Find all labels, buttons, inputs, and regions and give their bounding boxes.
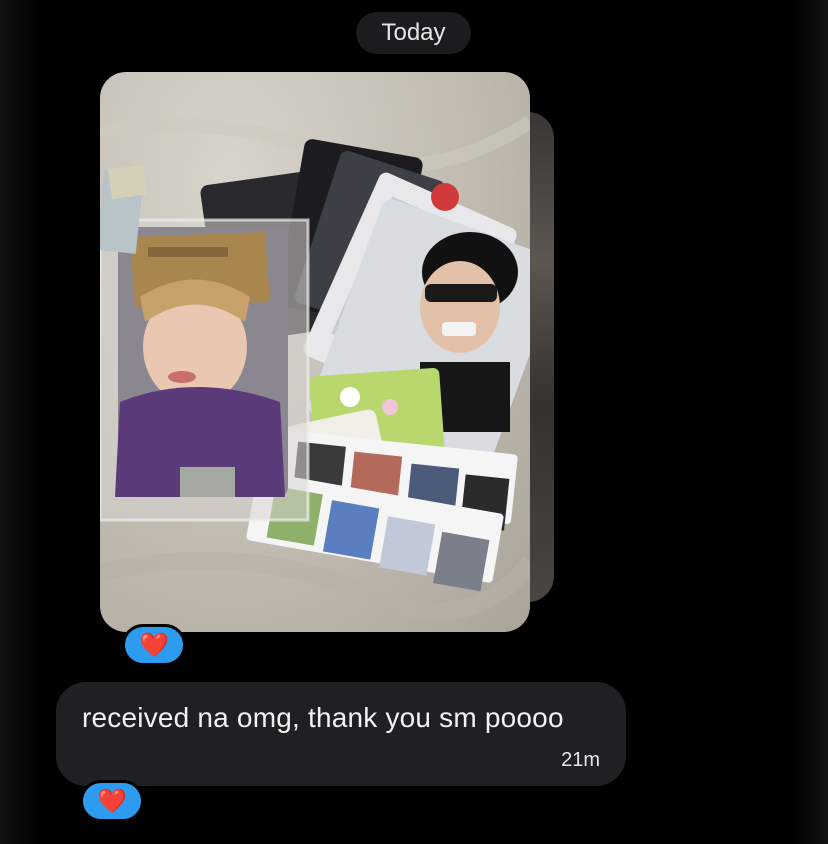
heart-icon: ❤️ [139,631,169,659]
date-separator: Today [356,12,471,54]
left-edge-shadow [0,0,40,844]
right-edge-shadow [788,0,828,844]
reaction-badge-photo[interactable]: ❤️ [122,624,186,666]
message-photo[interactable] [100,72,530,632]
heart-icon: ❤️ [97,787,127,815]
message-text: received na omg, thank you sm poooo [82,702,564,733]
reaction-badge-text[interactable]: ❤️ [80,780,144,822]
message-bubble[interactable]: received na omg, thank you sm poooo 21m [56,682,626,786]
photo-content [100,116,530,621]
message-timestamp: 21m [561,749,600,771]
